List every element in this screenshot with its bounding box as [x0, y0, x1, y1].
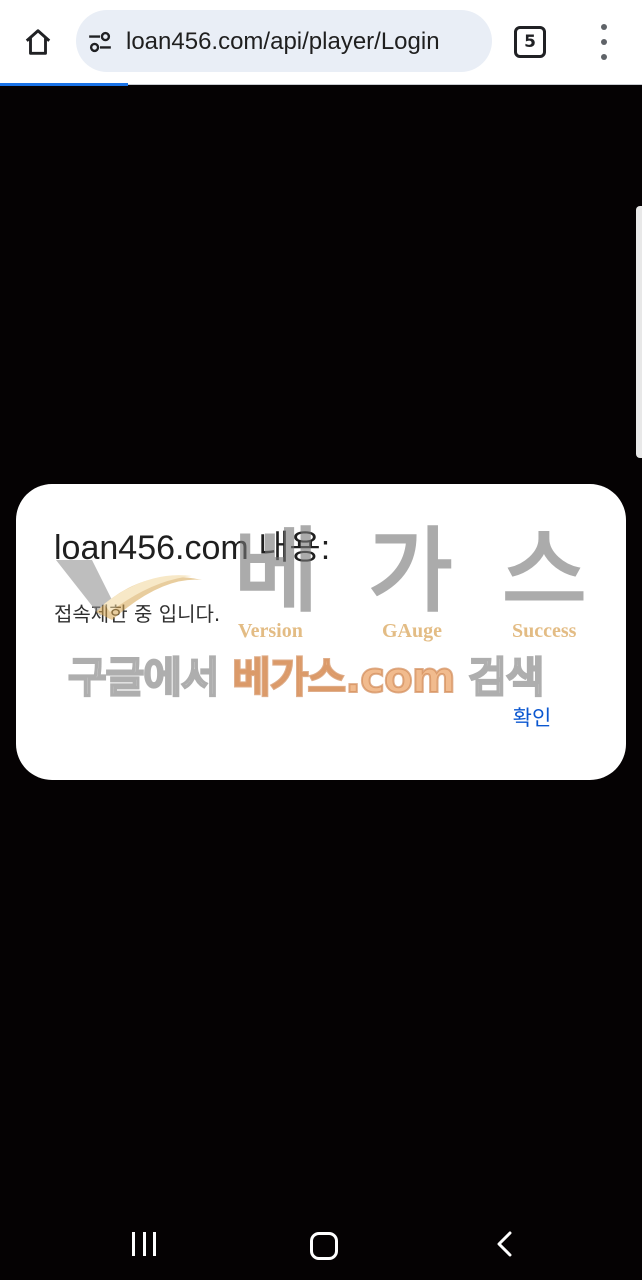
dialog-title: loan456.com 내용:: [54, 529, 331, 567]
site-settings-icon: [89, 31, 111, 53]
tab-switcher-button[interactable]: 5: [514, 26, 546, 58]
more-options-button[interactable]: [594, 24, 614, 60]
alert-dialog: loan456.com 내용: 접속제한 중 입니다. 확인: [16, 484, 626, 780]
browser-toolbar: loan456.com/api/player/Login 5: [0, 0, 642, 85]
dialog-message: 접속제한 중 입니다.: [54, 602, 221, 626]
scroll-handle[interactable]: [636, 206, 642, 458]
url-text[interactable]: loan456.com/api/player/Login: [126, 26, 482, 58]
more-vert-icon: [601, 24, 607, 30]
home-icon: [25, 29, 51, 55]
confirm-button[interactable]: 확인: [496, 700, 568, 736]
back-icon[interactable]: [494, 1230, 516, 1258]
page-load-progress-bar: [0, 83, 128, 86]
site-settings-button[interactable]: [86, 28, 114, 56]
system-navigation-bar: [0, 1208, 642, 1280]
home-button[interactable]: [16, 20, 60, 64]
address-bar[interactable]: loan456.com/api/player/Login: [76, 10, 492, 72]
recents-button[interactable]: [132, 1232, 156, 1256]
recents-icon: [132, 1232, 135, 1256]
home-circle-icon[interactable]: [310, 1232, 338, 1260]
